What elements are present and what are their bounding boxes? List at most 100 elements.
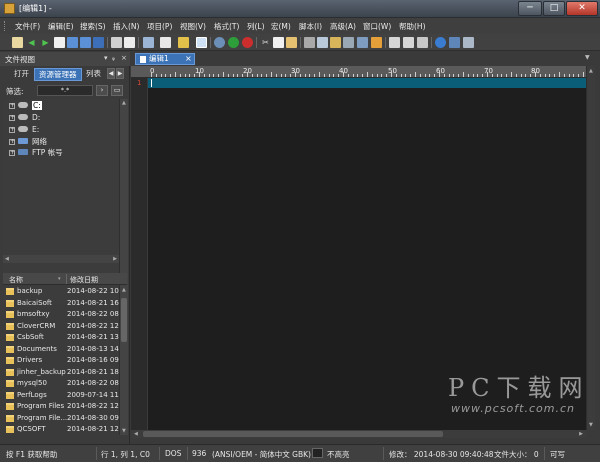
tree-item-e[interactable]: + E: bbox=[9, 125, 39, 136]
save-all-icon[interactable] bbox=[80, 37, 91, 48]
tab-editor-1[interactable]: 编辑1 × bbox=[135, 53, 195, 65]
compare-icon[interactable] bbox=[357, 37, 368, 48]
back-icon[interactable]: ◀ bbox=[26, 37, 37, 48]
file-list-vertical-scrollbar[interactable]: ▲ ▼ bbox=[119, 286, 128, 435]
status-highlight[interactable]: 不高亮 bbox=[327, 449, 350, 460]
globe-icon[interactable] bbox=[435, 37, 446, 48]
list-item[interactable]: PerfLogs 2009-07-14 11 bbox=[3, 390, 119, 402]
maximize-button[interactable]: □ bbox=[543, 1, 565, 16]
column-name[interactable]: 名称 bbox=[9, 275, 23, 285]
status-codepage[interactable]: 936 bbox=[192, 449, 206, 458]
list-item[interactable]: QCSOFT 2014-08-21 12 bbox=[3, 424, 119, 434]
filter-apply-button[interactable]: › bbox=[96, 85, 108, 96]
browser-icon[interactable] bbox=[214, 37, 225, 48]
list-item[interactable]: mysql50 2014-08-22 08 bbox=[3, 378, 119, 390]
status-encoding[interactable]: (ANSI/OEM - 简体中文 GBK) bbox=[212, 449, 311, 460]
goto-icon[interactable] bbox=[343, 37, 354, 48]
forward-icon[interactable]: ▶ bbox=[40, 37, 51, 48]
list-item[interactable]: Drivers 2014-08-16 09 bbox=[3, 355, 119, 367]
list-item[interactable]: Program File... 2014-08-30 09 bbox=[3, 413, 119, 425]
properties-icon[interactable] bbox=[143, 37, 154, 48]
list-item[interactable]: BaicaiSoft 2014-08-21 16 bbox=[3, 298, 119, 310]
window-icon[interactable] bbox=[371, 37, 382, 48]
tab-list-dropdown-icon[interactable]: ▼ bbox=[585, 54, 590, 61]
list-item[interactable]: CsbSoft 2014-08-21 13 bbox=[3, 332, 119, 344]
column-mode-icon[interactable] bbox=[178, 37, 189, 48]
close-file-icon[interactable] bbox=[93, 37, 104, 48]
expand-icon[interactable]: + bbox=[9, 103, 15, 109]
status-mode[interactable]: 可写 bbox=[550, 449, 565, 460]
expand-icon[interactable]: + bbox=[9, 150, 15, 156]
tab-scroll-left-icon[interactable]: ◀ bbox=[107, 68, 115, 79]
paste-icon[interactable] bbox=[286, 37, 297, 48]
tab-close-icon[interactable]: × bbox=[185, 54, 192, 64]
find-icon[interactable] bbox=[304, 37, 315, 48]
scroll-up-icon[interactable]: ▲ bbox=[122, 287, 126, 293]
layout-icon[interactable] bbox=[389, 37, 400, 48]
list-item[interactable]: Program Files 2014-08-22 12 bbox=[3, 401, 119, 413]
pin-icon[interactable]: ᵩ bbox=[112, 54, 115, 62]
menu-project[interactable]: 项目(P) bbox=[147, 21, 172, 32]
split-icon[interactable] bbox=[403, 37, 414, 48]
find-in-files-icon[interactable] bbox=[330, 37, 341, 48]
menu-window[interactable]: 窗口(W) bbox=[363, 21, 391, 32]
menu-macro[interactable]: 宏(M) bbox=[271, 21, 291, 32]
menu-advanced[interactable]: 高级(A) bbox=[330, 21, 356, 32]
tab-open[interactable]: 打开 bbox=[10, 68, 33, 81]
minimize-button[interactable]: ─ bbox=[518, 1, 542, 16]
tree-item-ftp[interactable]: + FTP 帐号 bbox=[9, 147, 63, 158]
sort-icon[interactable]: ▾ bbox=[58, 276, 61, 282]
open-icon[interactable] bbox=[54, 37, 65, 48]
ftp-icon[interactable] bbox=[449, 37, 460, 48]
menu-insert[interactable]: 插入(N) bbox=[113, 21, 139, 32]
scroll-left-icon[interactable]: ◀ bbox=[134, 431, 138, 437]
menu-column[interactable]: 列(L) bbox=[247, 21, 265, 32]
help-icon[interactable] bbox=[463, 37, 474, 48]
scroll-up-icon[interactable]: ▲ bbox=[122, 100, 126, 106]
tile-icon[interactable] bbox=[417, 37, 428, 48]
cut-icon[interactable]: ✂ bbox=[260, 37, 271, 48]
red-stop-icon[interactable] bbox=[242, 37, 253, 48]
scroll-thumb[interactable] bbox=[121, 298, 127, 342]
expand-icon[interactable]: + bbox=[9, 115, 15, 121]
list-item[interactable]: jinher_backup 2014-08-21 18 bbox=[3, 367, 119, 379]
filter-input[interactable]: *.* bbox=[37, 85, 93, 96]
menu-format[interactable]: 格式(T) bbox=[214, 21, 239, 32]
menu-view[interactable]: 视图(V) bbox=[180, 21, 206, 32]
tab-list[interactable]: 列表 bbox=[82, 68, 105, 81]
green-run-icon[interactable] bbox=[228, 37, 239, 48]
scroll-up-icon[interactable]: ▲ bbox=[589, 68, 593, 74]
list-item[interactable]: Documents 2014-08-13 14 bbox=[3, 344, 119, 356]
scroll-left-icon[interactable]: ◀ bbox=[5, 256, 9, 262]
tree-item-d[interactable]: + D: bbox=[9, 113, 40, 124]
menu-edit[interactable]: 编辑(E) bbox=[48, 21, 74, 32]
tab-explorer[interactable]: 资源管理器 bbox=[34, 68, 82, 81]
filter-folder-button[interactable]: ▭ bbox=[111, 85, 123, 96]
panel-close-icon[interactable]: × bbox=[121, 54, 127, 62]
column-date[interactable]: 修改日期 bbox=[70, 275, 98, 285]
close-button[interactable]: ✕ bbox=[566, 1, 598, 16]
scroll-thumb[interactable] bbox=[143, 431, 443, 437]
menu-help[interactable]: 帮助(H) bbox=[399, 21, 426, 32]
word-wrap-icon[interactable] bbox=[160, 37, 171, 48]
tab-scroll-right-icon[interactable]: ▶ bbox=[116, 68, 124, 79]
list-item[interactable]: CloverCRM 2014-08-22 12 bbox=[3, 321, 119, 333]
list-item[interactable]: backup 2014-08-22 10 bbox=[3, 286, 119, 298]
scroll-right-icon[interactable]: ▶ bbox=[113, 256, 117, 262]
copy-icon[interactable] bbox=[273, 37, 284, 48]
hex-icon[interactable] bbox=[196, 37, 207, 48]
replace-icon[interactable] bbox=[317, 37, 328, 48]
scroll-down-icon[interactable]: ▼ bbox=[122, 428, 126, 434]
list-item[interactable]: bmsoftxy 2014-08-22 08 bbox=[3, 309, 119, 321]
dropdown-icon[interactable]: ▾ bbox=[104, 54, 108, 62]
tree-horizontal-scrollbar[interactable]: ◀ ▶ bbox=[3, 255, 119, 263]
menu-script[interactable]: 脚本(I) bbox=[299, 21, 322, 32]
tree-item-c[interactable]: + C: bbox=[9, 101, 42, 112]
status-line-ending[interactable]: DOS bbox=[165, 449, 181, 458]
save-icon[interactable] bbox=[67, 37, 78, 48]
menu-file[interactable]: 文件(F) bbox=[15, 21, 40, 32]
expand-icon[interactable]: + bbox=[9, 127, 15, 133]
menu-search[interactable]: 搜索(S) bbox=[80, 21, 106, 32]
column-divider[interactable] bbox=[66, 274, 67, 284]
new-file-icon[interactable] bbox=[12, 37, 23, 48]
